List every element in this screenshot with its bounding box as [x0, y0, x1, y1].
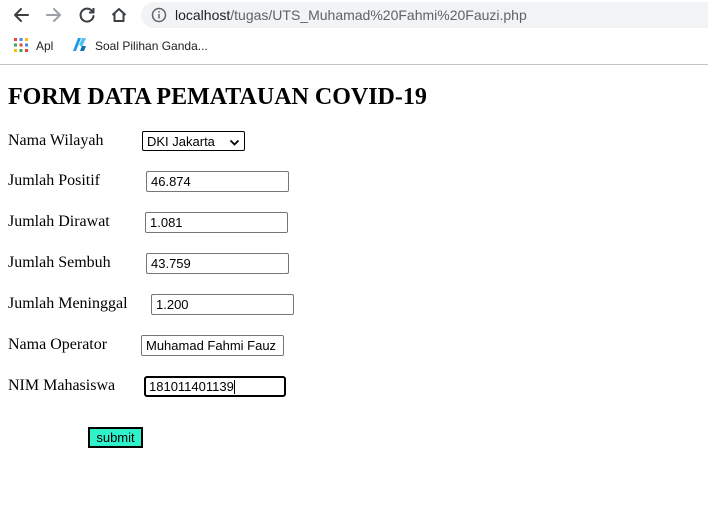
meninggal-value: 1.200	[156, 297, 189, 312]
submit-button[interactable]: submit	[88, 427, 143, 448]
back-arrow-icon[interactable]	[9, 3, 33, 27]
sembuh-value: 43.759	[151, 256, 191, 271]
dirawat-input[interactable]: 1.081	[145, 212, 288, 233]
address-url: localhost/tugas/UTS_Muhamad%20Fahmi%20Fa…	[175, 7, 527, 23]
url-host: localhost	[175, 7, 231, 23]
forward-arrow-icon[interactable]	[42, 3, 66, 27]
info-icon[interactable]	[151, 7, 167, 23]
operator-input[interactable]: Muhamad Fahmi Fauz	[141, 335, 284, 356]
wilayah-select[interactable]: DKI Jakarta	[142, 131, 245, 151]
label-jumlah-dirawat: Jumlah Dirawat	[8, 213, 110, 230]
dirawat-value: 1.081	[150, 215, 183, 230]
toolbar-divider	[0, 64, 708, 65]
label-jumlah-positif: Jumlah Positif	[8, 172, 101, 189]
bookmark-apps[interactable]: Apl	[14, 37, 53, 55]
text-caret	[233, 379, 235, 394]
positif-input[interactable]: 46.874	[146, 171, 289, 192]
url-path: /tugas/UTS_Muhamad%20Fahmi%20Fauzi.php	[230, 7, 527, 23]
wilayah-selected-value: DKI Jakarta	[147, 133, 215, 149]
label-jumlah-meninggal: Jumlah Meninggal	[8, 295, 128, 312]
address-bar[interactable]: localhost/tugas/UTS_Muhamad%20Fahmi%20Fa…	[141, 2, 708, 28]
bookmark-favicon-icon	[72, 37, 87, 55]
label-jumlah-sembuh: Jumlah Sembuh	[8, 254, 111, 271]
label-nim-mahasiswa: NIM Mahasiswa	[8, 377, 116, 394]
operator-value: Muhamad Fahmi Fauz	[146, 338, 277, 353]
apps-grid-icon	[14, 37, 28, 55]
bookmark-soal-label: Soal Pilihan Ganda...	[95, 39, 208, 53]
home-icon[interactable]	[107, 3, 131, 27]
reload-icon[interactable]	[75, 3, 99, 27]
bookmarks-bar: Apl Soal Pilihan Ganda...	[0, 32, 708, 60]
label-nama-wilayah: Nama Wilayah	[8, 132, 104, 149]
page-title: FORM DATA PEMATAUAN COVID-19	[8, 84, 427, 110]
positif-value: 46.874	[151, 174, 191, 189]
bookmark-apps-label: Apl	[36, 39, 54, 53]
browser-toolbar: localhost/tugas/UTS_Muhamad%20Fahmi%20Fa…	[0, 0, 708, 30]
bookmark-soal[interactable]: Soal Pilihan Ganda...	[72, 37, 208, 55]
meninggal-input[interactable]: 1.200	[151, 294, 294, 315]
label-nama-operator: Nama Operator	[8, 336, 108, 353]
nim-value: 181011401139	[149, 379, 234, 394]
chevron-down-icon	[229, 136, 240, 151]
sembuh-input[interactable]: 43.759	[146, 253, 289, 274]
nim-input[interactable]: 181011401139	[144, 376, 286, 397]
